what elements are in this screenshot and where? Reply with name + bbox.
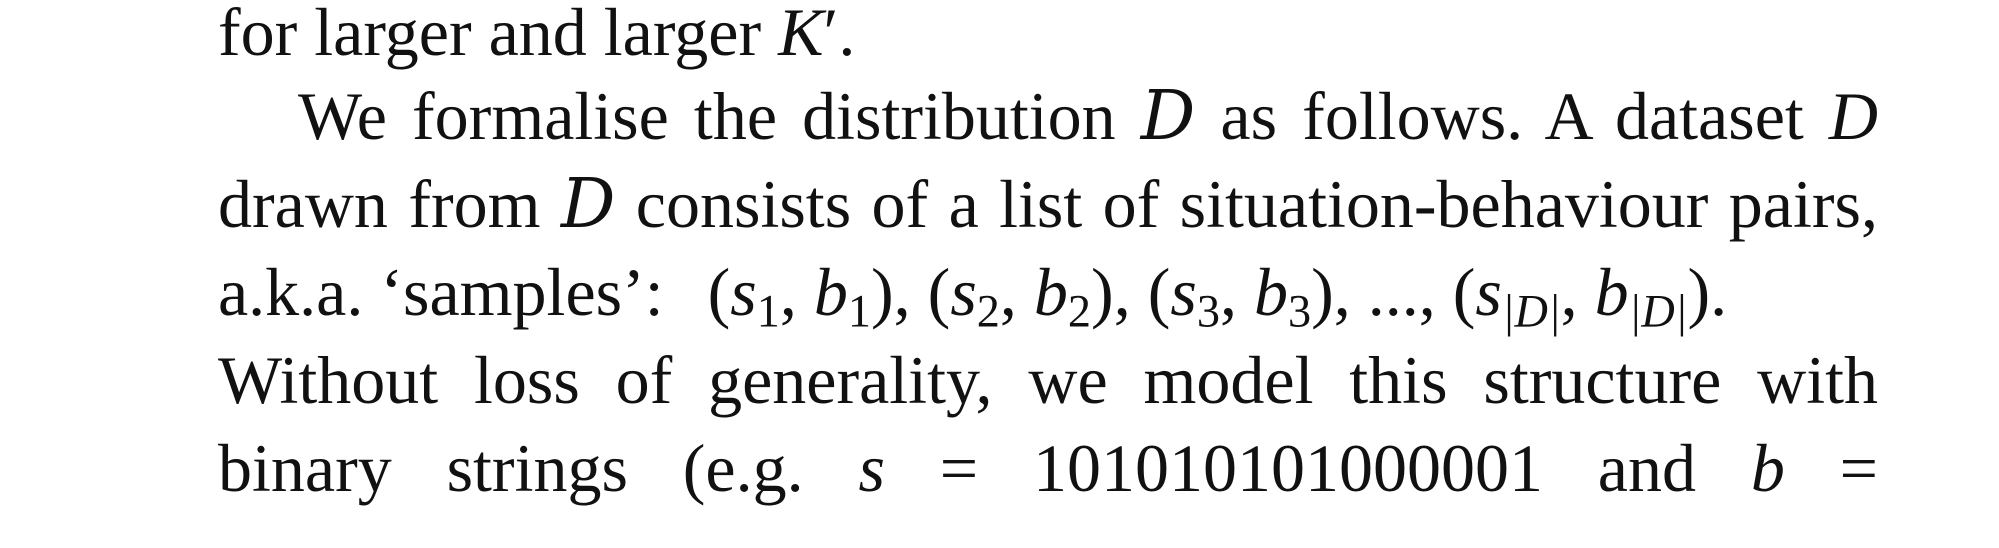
distribution-symbol: D [560, 165, 616, 244]
word-binary: binary [218, 430, 392, 506]
line5-text: Without loss of generality, we model thi… [218, 342, 1878, 418]
line1-text: for larger and larger [218, 0, 779, 70]
line3-after: consists of a list of situation-behaviou… [615, 166, 1878, 242]
paragraph-line-1: for larger and larger K′. [218, 0, 1878, 76]
dataset-symbol: D [1828, 78, 1878, 154]
word-strings: strings [446, 430, 628, 506]
equals-sign: = [939, 430, 979, 506]
ellipsis: ..., [1367, 254, 1436, 330]
sample-pair-1: (s1, b1) [707, 254, 894, 338]
line2-middle: as follows. A dataset [1195, 78, 1829, 154]
symbol-k: K [778, 0, 824, 70]
symbol-b: b [1750, 430, 1785, 506]
sample-pair-2: (s2, b2) [927, 254, 1114, 338]
line1-period: . [838, 0, 856, 70]
paper-page: for larger and larger K′. We formalise t… [0, 0, 1999, 548]
distribution-symbol: D [1140, 77, 1196, 156]
paragraph-line-4: a.k.a. ‘samples’: (s1, b1), (s2, b2), (s3… [218, 254, 1728, 338]
word-eg: (e.g. [682, 430, 804, 506]
line4-before: a.k.a. ‘samples’: [218, 254, 664, 330]
sample-pair-last: (s|D|, b|D|). [1452, 254, 1728, 338]
line2-before: We formalise the distribution [298, 78, 1141, 154]
equals-sign: = [1839, 430, 1879, 506]
line3-before: drawn from [218, 166, 561, 242]
word-and: and [1597, 430, 1696, 506]
paragraph-line-5: Without loss of generality, we model thi… [218, 336, 1878, 424]
sample-pair-3: (s3, b3) [1147, 254, 1334, 338]
symbol-s: s [858, 430, 885, 506]
paragraph-line-3: drawn from D consists of a list of situa… [218, 160, 1878, 249]
paragraph-line-2: We formalise the distribution D as follo… [218, 72, 1878, 161]
binary-string-value: 101010101000001 [1032, 430, 1543, 506]
paragraph-line-6: binary strings (e.g. s = 101010101000001… [218, 424, 1878, 512]
prime-mark: ′ [823, 0, 839, 70]
